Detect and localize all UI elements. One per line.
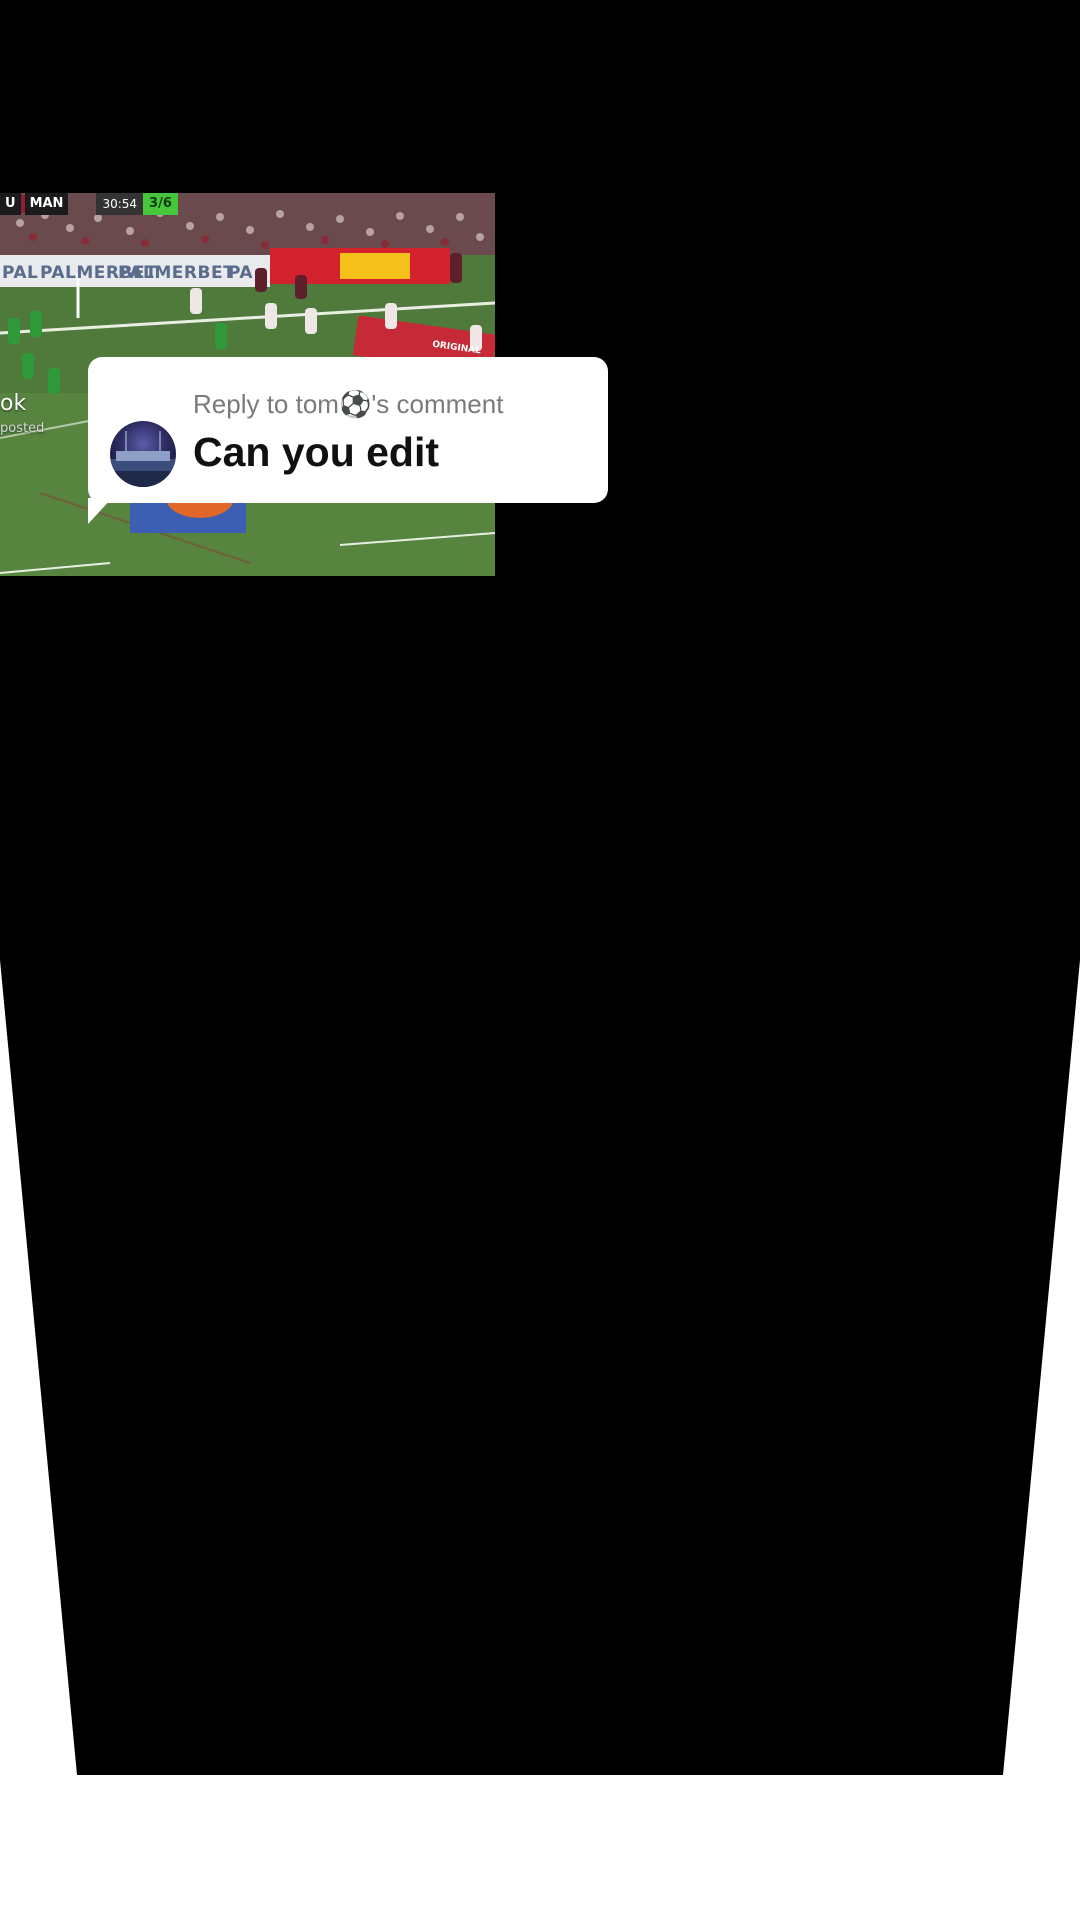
commenter-avatar[interactable]	[110, 421, 176, 487]
screen: U MAN 30:54 3/6 PAL PALMERBET PALMERBET …	[0, 0, 1080, 1920]
reply-comment-card[interactable]: Reply to tom⚽'s comment Can you edit	[88, 357, 608, 503]
sponsor-board-left: PAL	[2, 263, 39, 283]
overlay-text-left: ok	[0, 391, 27, 416]
game-clock: 30:54	[96, 193, 144, 215]
sponsor-board-3: PA	[228, 263, 254, 283]
score-bug: U MAN 30:54 3/6	[0, 193, 178, 215]
stadium-image	[110, 431, 176, 487]
reply-to-label: Reply to tom⚽'s comment	[193, 389, 504, 419]
team-left-label: U	[0, 193, 21, 215]
set-count-badge: 3/6	[143, 193, 178, 215]
comment-text: Can you edit	[193, 429, 440, 475]
team-right-label: MAN	[24, 193, 69, 215]
overlay-subtext-left: posted	[0, 421, 45, 436]
sponsor-board-2: PALMERBET	[118, 263, 236, 283]
